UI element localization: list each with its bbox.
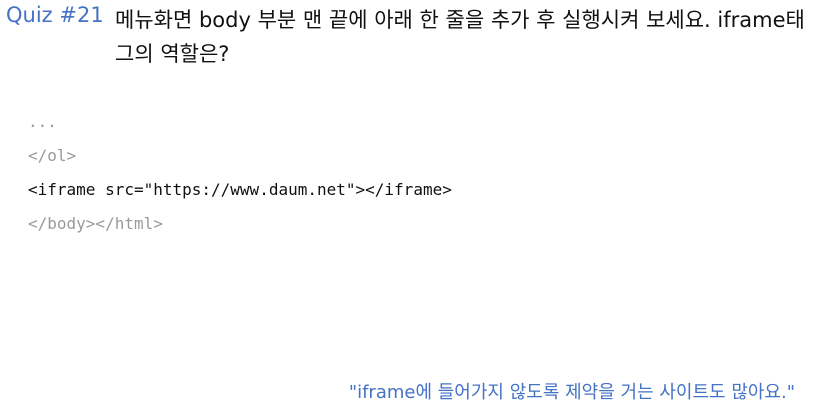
- code-line-body-html-close: </body></html>: [28, 214, 163, 233]
- quiz-question-text: 메뉴화면 body 부분 맨 끝에 아래 한 줄을 추가 후 실행시켜 보세요.…: [115, 8, 805, 66]
- code-snippet: ... </ol> <iframe src="https://www.daum.…: [28, 108, 452, 244]
- code-line-ol-close: </ol>: [28, 146, 77, 165]
- code-line-iframe: <iframe src="https://www.daum.net"></ifr…: [28, 180, 452, 199]
- footnote-text: "iframe에 들어가지 않도록 제약을 거는 사이트도 많아요.": [348, 382, 795, 403]
- code-line-ellipsis: ...: [28, 112, 57, 131]
- quiz-number-label: Quiz #21: [6, 3, 104, 27]
